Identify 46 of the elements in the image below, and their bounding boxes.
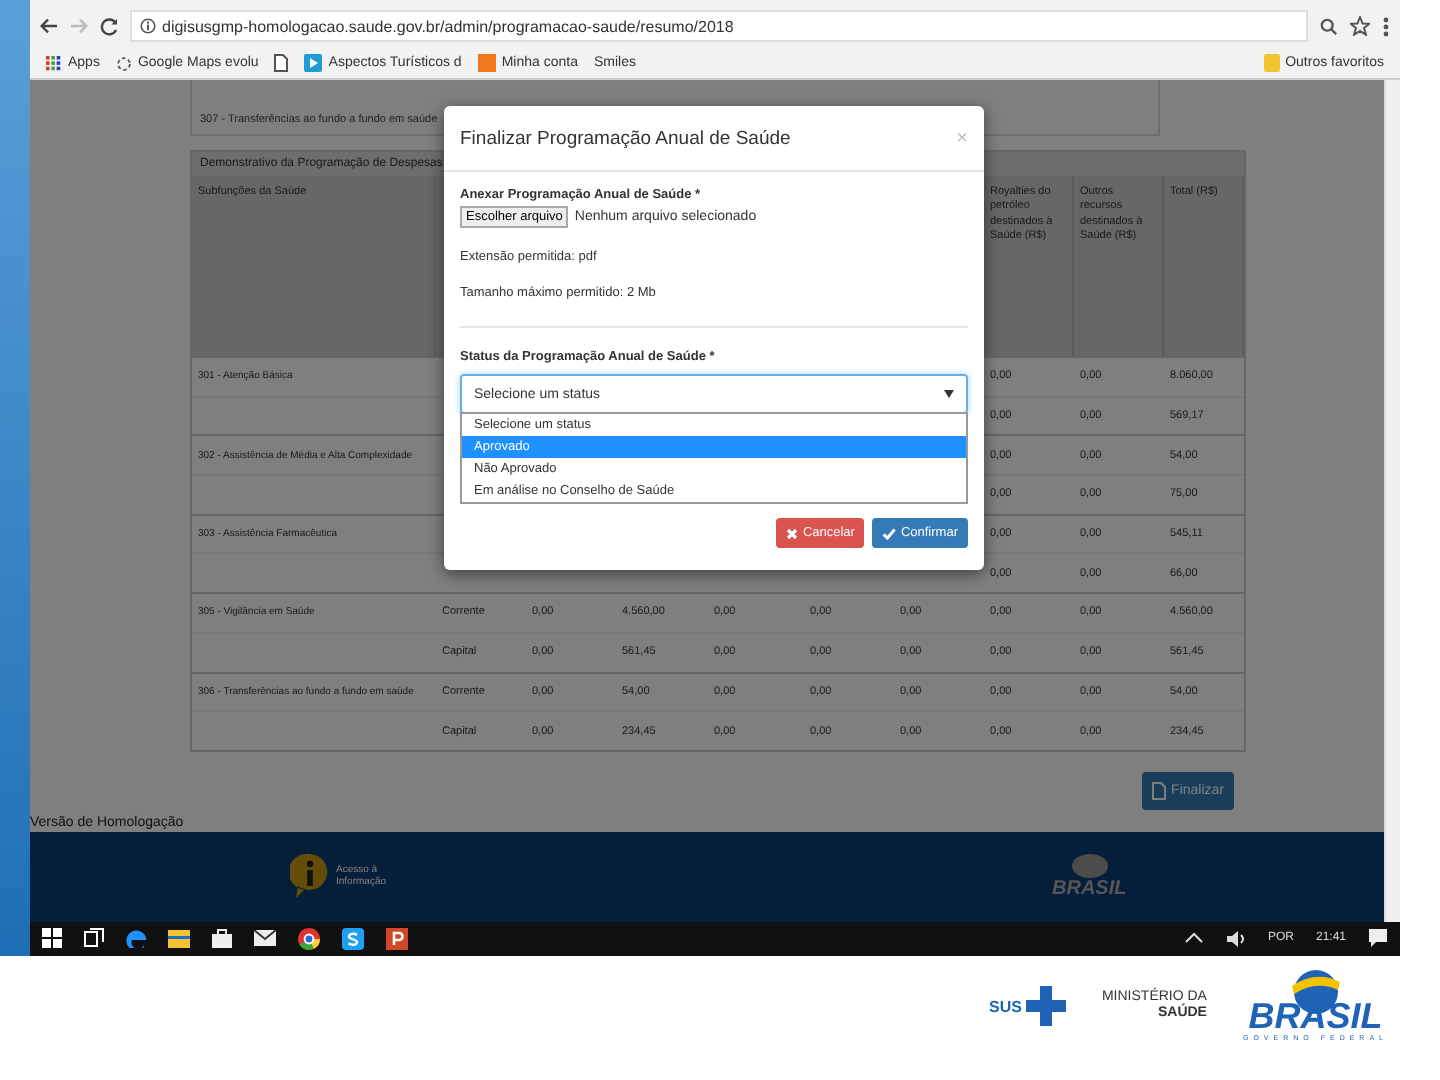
star-icon[interactable]	[1350, 16, 1370, 36]
brasil-logo: BRASIL	[1052, 853, 1127, 900]
menu-icon[interactable]	[1382, 15, 1390, 37]
bookmark[interactable]	[274, 54, 289, 72]
taskbar-app[interactable]	[168, 929, 190, 948]
browser-icon	[126, 928, 146, 949]
page-icon	[274, 54, 289, 72]
s-icon	[342, 927, 364, 950]
caret-icon	[944, 390, 954, 398]
taskbar-app[interactable]	[42, 928, 62, 949]
sus-logo: SUS	[989, 986, 1066, 1026]
windows-icon	[42, 928, 62, 949]
square-icon	[477, 54, 496, 72]
bag-icon	[212, 928, 232, 949]
tray-icons	[1183, 929, 1204, 948]
folder-icon	[168, 929, 190, 948]
back-icon[interactable]	[40, 18, 58, 34]
speaker-icon	[1225, 929, 1246, 948]
play-icon	[304, 54, 323, 72]
document-icon	[1151, 781, 1166, 800]
taskbar-app[interactable]	[342, 927, 364, 950]
taskbar-app[interactable]	[212, 928, 232, 949]
scrollbar[interactable]	[1384, 80, 1400, 922]
apps-icon	[46, 55, 62, 71]
info-icon	[140, 18, 156, 34]
loading-icon	[115, 55, 132, 71]
modal-title: Finalizar Programação Anual de Saúde	[460, 127, 791, 149]
taskbar-app[interactable]	[254, 930, 276, 947]
chrome-icon	[298, 927, 320, 950]
reload-icon[interactable]	[100, 17, 118, 35]
taskbar-app[interactable]	[84, 928, 104, 949]
cross-icon	[1025, 986, 1066, 1026]
globe-icon	[1069, 853, 1110, 878]
search-icon[interactable]	[1320, 17, 1338, 35]
folder-icon	[1263, 54, 1280, 72]
address-bar[interactable]: digisusgmp-homologacao.saude.gov.br/admin/programacao-saude/resumo/2018	[130, 10, 1308, 42]
task-view-icon	[84, 928, 104, 949]
info-icon	[290, 852, 330, 901]
check-icon	[882, 527, 897, 539]
taskbar-app[interactable]	[298, 927, 320, 950]
mail-icon	[254, 930, 276, 947]
taskbar-app[interactable]	[126, 928, 146, 949]
notification-icon[interactable]	[1368, 928, 1388, 949]
slides-icon	[386, 927, 408, 950]
close-icon	[786, 527, 799, 539]
taskbar-app[interactable]	[386, 927, 408, 950]
